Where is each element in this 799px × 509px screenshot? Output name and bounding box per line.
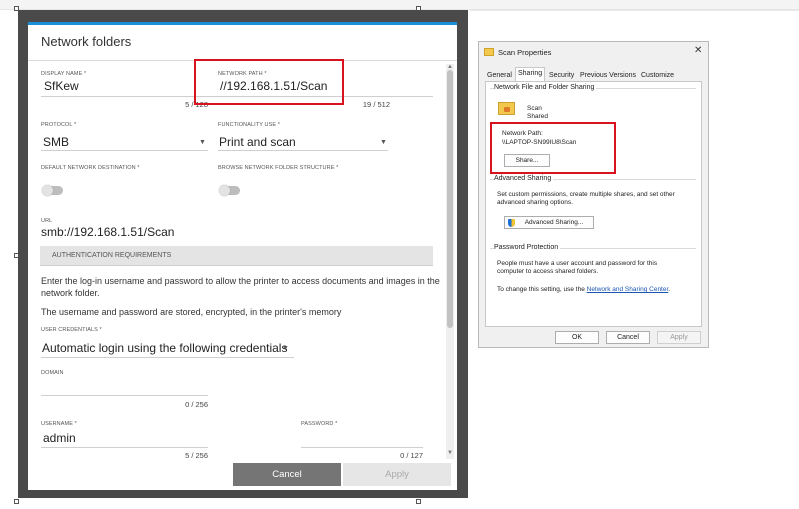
scrollbar-thumb[interactable] — [447, 70, 453, 328]
password-protection-text-1: People must have a user account and pass… — [497, 260, 658, 267]
default-destination-toggle[interactable] — [42, 185, 63, 196]
username-label: USERNAME * — [41, 421, 77, 427]
authentication-section-title: AUTHENTICATION REQUIREMENTS — [52, 252, 172, 259]
chevron-down-icon[interactable]: ▼ — [380, 139, 387, 146]
browse-structure-toggle[interactable] — [219, 185, 240, 196]
password-underline — [301, 447, 423, 448]
protocol-label: PROTOCOL * — [41, 122, 77, 128]
domain-underline — [41, 395, 208, 396]
change-setting-text: To change this setting, use the — [497, 286, 585, 293]
window-title: Scan Properties — [498, 48, 552, 57]
user-credentials-select[interactable]: Automatic login using the following cred… — [42, 341, 287, 355]
cancel-button[interactable]: Cancel — [233, 463, 341, 486]
properties-cancel-button[interactable]: Cancel — [606, 331, 650, 344]
browse-structure-label: BROWSE NETWORK FOLDER STRUCTURE * — [218, 165, 339, 171]
network-sharing-center-link[interactable]: Network and Sharing Center — [587, 286, 669, 293]
tab-security[interactable]: Security — [546, 69, 577, 81]
file-sharing-group-title: Network File and Folder Sharing — [494, 84, 597, 91]
admin-shield-icon — [508, 219, 515, 227]
display-name-input[interactable]: SfKew — [44, 79, 79, 93]
username-input[interactable]: admin — [43, 431, 76, 445]
chevron-down-icon[interactable]: ▼ — [199, 139, 206, 146]
protocol-underline — [41, 150, 208, 151]
scroll-down-icon[interactable]: ▼ — [447, 450, 453, 456]
username-underline — [41, 447, 208, 448]
dialog-accent-bar — [28, 22, 457, 25]
url-label: URL — [41, 218, 53, 224]
auth-instructions: Enter the log-in username and password t… — [41, 276, 440, 298]
background-divider — [470, 10, 799, 11]
auth-storage-note: The username and password are stored, en… — [41, 307, 342, 317]
password-counter: 0 / 127 — [400, 451, 423, 460]
sentence-end: . — [668, 286, 671, 293]
url-value: smb://192.168.1.51/Scan — [41, 225, 175, 239]
chevron-down-icon[interactable]: ▼ — [282, 345, 289, 352]
user-credentials-underline — [41, 357, 294, 358]
ok-button[interactable]: OK — [555, 331, 599, 344]
resize-handle[interactable] — [416, 499, 421, 504]
network-path-counter: 19 / 512 — [362, 100, 390, 109]
tab-previous-versions[interactable]: Previous Versions — [577, 69, 639, 81]
dialog-title: Network folders — [41, 34, 132, 49]
display-name-label: DISPLAY NAME * — [41, 71, 87, 77]
password-input[interactable] — [301, 431, 421, 447]
background-toolbar — [0, 0, 799, 10]
tab-sharing[interactable]: Sharing — [515, 67, 546, 81]
password-protection-group-title: Password Protection — [494, 244, 561, 251]
advanced-sharing-text-1: Set custom permissions, create multiple … — [497, 191, 675, 198]
apply-button[interactable]: Apply — [343, 463, 451, 486]
folder-name: Scan — [527, 105, 542, 112]
username-counter: 5 / 256 — [185, 451, 208, 460]
unc-path-highlight — [490, 122, 616, 174]
user-credentials-label: USER CREDENTIALS * — [41, 327, 102, 333]
sharing-panel: Network File and Folder Sharing Scan Sha… — [485, 81, 702, 327]
shared-folder-icon — [498, 102, 515, 115]
default-destination-label: DEFAULT NETWORK DESTINATION * — [41, 165, 140, 171]
password-label: PASSWORD * — [301, 421, 338, 427]
folder-status: Shared — [527, 113, 548, 120]
functionality-use-underline — [218, 150, 388, 151]
advanced-sharing-text-2: advanced sharing options. — [497, 199, 573, 206]
scan-properties-window: Scan Properties ✕ General Sharing Securi… — [478, 41, 709, 348]
tab-general[interactable]: General — [484, 69, 515, 81]
properties-apply-button[interactable]: Apply — [657, 331, 701, 344]
protocol-select[interactable]: SMB — [43, 135, 69, 149]
functionality-use-select[interactable]: Print and scan — [219, 135, 296, 149]
advanced-sharing-button[interactable]: Advanced Sharing... — [504, 216, 594, 229]
network-path-highlight — [194, 59, 344, 105]
domain-input[interactable] — [41, 378, 207, 394]
domain-label: DOMAIN — [41, 370, 64, 376]
password-protection-text-2: computer to access shared folders. — [497, 268, 599, 275]
functionality-use-label: FUNCTIONALITY USE * — [218, 122, 281, 128]
scroll-up-icon[interactable]: ▲ — [447, 64, 453, 70]
close-icon[interactable]: ✕ — [694, 45, 702, 56]
password-protection-text-3: To change this setting, use the Network … — [497, 286, 670, 294]
resize-handle[interactable] — [14, 499, 19, 504]
tab-customize[interactable]: Customize — [638, 69, 677, 81]
domain-counter: 0 / 256 — [185, 400, 208, 409]
folder-icon — [484, 48, 494, 56]
advanced-sharing-group-title: Advanced Sharing — [494, 175, 554, 182]
authentication-section-header: AUTHENTICATION REQUIREMENTS — [40, 246, 433, 266]
screenshot: Network folders ▲ ▼ DISPLAY NAME * SfKew… — [0, 0, 799, 509]
